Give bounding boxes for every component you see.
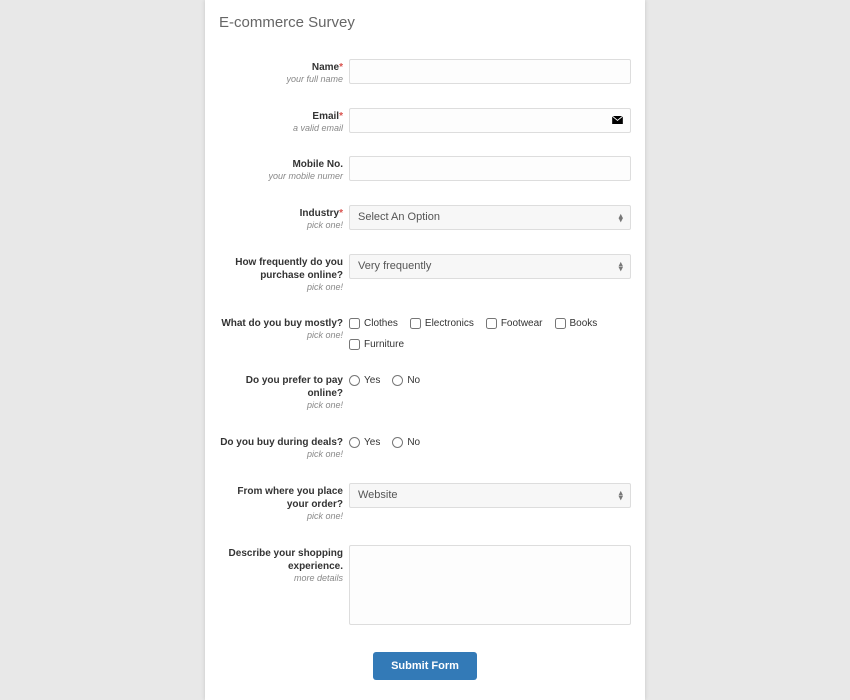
frequency-sublabel: pick one! [219, 282, 343, 294]
checkbox-input[interactable] [349, 318, 360, 329]
order-from-label: From where you place your order? [219, 485, 343, 511]
input-col [349, 59, 631, 84]
name-label: Name* [219, 61, 343, 74]
radio-no[interactable]: No [392, 375, 420, 386]
survey-form-container: E-commerce Survey Name* your full name E… [205, 0, 645, 700]
field-row-industry: Industry* pick one! Select An Option ▴▾ [219, 205, 631, 232]
radio-no[interactable]: No [392, 437, 420, 448]
checkbox-footwear[interactable]: Footwear [486, 318, 543, 329]
describe-textarea[interactable] [349, 545, 631, 625]
deals-radio-group: Yes No [349, 434, 631, 448]
email-sublabel: a valid email [219, 123, 343, 135]
input-col: Yes No [349, 372, 631, 386]
required-marker: * [339, 208, 343, 219]
email-icon [612, 116, 623, 124]
radio-input[interactable] [349, 437, 360, 448]
input-col [349, 108, 631, 133]
input-col [349, 156, 631, 181]
buy-mostly-checkbox-group: Clothes Electronics Footwear Books Furni… [349, 315, 631, 350]
order-from-sublabel: pick one! [219, 511, 343, 523]
radio-input[interactable] [392, 437, 403, 448]
radio-yes[interactable]: Yes [349, 375, 380, 386]
buy-mostly-label: What do you buy mostly? [219, 317, 343, 330]
submit-button[interactable]: Submit Form [373, 652, 477, 680]
pay-online-label: Do you prefer to pay online? [219, 374, 343, 400]
input-col: Clothes Electronics Footwear Books Furni… [349, 315, 631, 350]
order-from-select[interactable]: Website [349, 483, 631, 508]
checkbox-label: Books [570, 318, 598, 329]
label-col: Name* your full name [219, 59, 349, 86]
checkbox-label: Furniture [364, 339, 404, 350]
input-col [349, 545, 631, 630]
field-row-mobile: Mobile No. your mobile numer [219, 156, 631, 183]
label-col: Industry* pick one! [219, 205, 349, 232]
submit-row: Submit Form [219, 652, 631, 680]
label-col: From where you place your order? pick on… [219, 483, 349, 523]
mobile-sublabel: your mobile numer [219, 171, 343, 183]
email-input[interactable] [349, 108, 631, 133]
deals-sublabel: pick one! [219, 449, 343, 461]
describe-sublabel: more details [219, 573, 343, 585]
label-col: Describe your shopping experience. more … [219, 545, 349, 585]
radio-yes[interactable]: Yes [349, 437, 380, 448]
radio-input[interactable] [392, 375, 403, 386]
checkbox-input[interactable] [555, 318, 566, 329]
field-row-buy-mostly: What do you buy mostly? pick one! Clothe… [219, 315, 631, 350]
field-row-deals: Do you buy during deals? pick one! Yes N… [219, 434, 631, 461]
industry-sublabel: pick one! [219, 220, 343, 232]
radio-label: Yes [364, 375, 380, 386]
radio-label: No [407, 437, 420, 448]
label-col: Do you buy during deals? pick one! [219, 434, 349, 461]
mobile-label: Mobile No. [219, 158, 343, 171]
field-row-frequency: How frequently do you purchase online? p… [219, 254, 631, 294]
mobile-input[interactable] [349, 156, 631, 181]
radio-input[interactable] [349, 375, 360, 386]
frequency-select[interactable]: Very frequently [349, 254, 631, 279]
checkbox-input[interactable] [410, 318, 421, 329]
input-col: Very frequently ▴▾ [349, 254, 631, 279]
pay-online-radio-group: Yes No [349, 372, 631, 386]
label-col: What do you buy mostly? pick one! [219, 315, 349, 342]
label-col: Email* a valid email [219, 108, 349, 135]
frequency-label: How frequently do you purchase online? [219, 256, 343, 282]
checkbox-furniture[interactable]: Furniture [349, 339, 631, 350]
field-row-pay-online: Do you prefer to pay online? pick one! Y… [219, 372, 631, 412]
radio-label: No [407, 375, 420, 386]
input-col: Select An Option ▴▾ [349, 205, 631, 230]
required-marker: * [339, 62, 343, 73]
checkbox-input[interactable] [486, 318, 497, 329]
field-row-order-from: From where you place your order? pick on… [219, 483, 631, 523]
required-marker: * [339, 111, 343, 122]
email-label: Email* [219, 110, 343, 123]
checkbox-label: Clothes [364, 318, 398, 329]
form-title: E-commerce Survey [219, 14, 631, 31]
deals-label: Do you buy during deals? [219, 436, 343, 449]
pay-online-sublabel: pick one! [219, 400, 343, 412]
checkbox-electronics[interactable]: Electronics [410, 318, 474, 329]
checkbox-label: Electronics [425, 318, 474, 329]
input-col: Yes No [349, 434, 631, 448]
industry-label: Industry* [219, 207, 343, 220]
name-input[interactable] [349, 59, 631, 84]
field-row-email: Email* a valid email [219, 108, 631, 135]
input-col: Website ▴▾ [349, 483, 631, 508]
label-col: Do you prefer to pay online? pick one! [219, 372, 349, 412]
radio-label: Yes [364, 437, 380, 448]
label-col: How frequently do you purchase online? p… [219, 254, 349, 294]
checkbox-input[interactable] [349, 339, 360, 350]
describe-label: Describe your shopping experience. [219, 547, 343, 573]
industry-select[interactable]: Select An Option [349, 205, 631, 230]
field-row-name: Name* your full name [219, 59, 631, 86]
label-col: Mobile No. your mobile numer [219, 156, 349, 183]
name-sublabel: your full name [219, 74, 343, 86]
field-row-describe: Describe your shopping experience. more … [219, 545, 631, 630]
checkbox-clothes[interactable]: Clothes [349, 318, 398, 329]
buy-mostly-sublabel: pick one! [219, 330, 343, 342]
checkbox-books[interactable]: Books [555, 318, 598, 329]
checkbox-label: Footwear [501, 318, 543, 329]
